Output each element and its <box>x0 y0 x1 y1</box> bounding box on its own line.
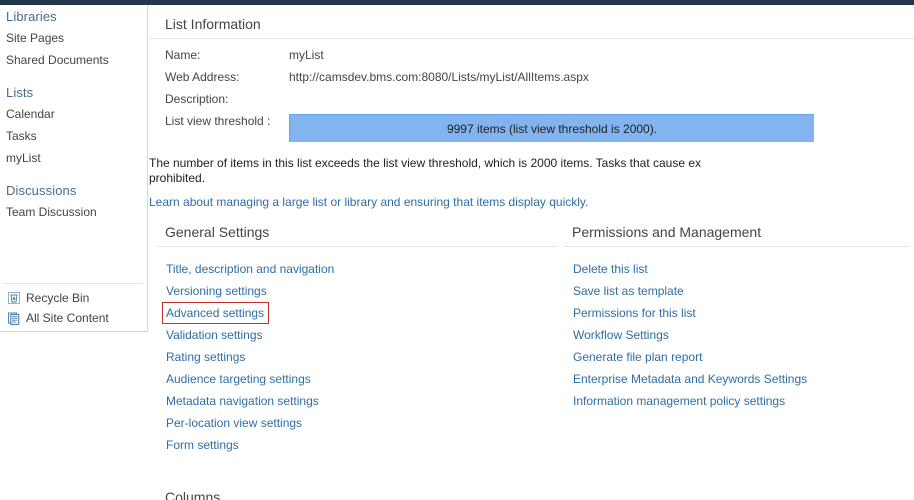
sidebar-item-recycle-bin-label: Recycle Bin <box>26 291 90 305</box>
threshold-description-line1: The number of items in this list exceeds… <box>149 156 702 170</box>
quick-launch-sidebar: Libraries Site Pages Shared Documents Li… <box>0 5 148 332</box>
sidebar-item-team-discussion[interactable]: Team Discussion <box>0 201 147 223</box>
link-versioning-settings[interactable]: Versioning settings <box>166 280 267 302</box>
link-validation-settings[interactable]: Validation settings <box>166 324 263 346</box>
link-form-settings[interactable]: Form settings <box>166 434 239 456</box>
threshold-description: The number of items in this list exceeds… <box>149 156 909 210</box>
link-information-management-policy-settings[interactable]: Information management policy settings <box>573 390 785 412</box>
quick-launch-group-discussions: Discussions Team Discussion <box>0 179 147 223</box>
list-information-heading: List Information <box>149 12 914 39</box>
all-site-content-icon <box>7 311 21 325</box>
link-rating-settings[interactable]: Rating settings <box>166 346 245 368</box>
info-value-list-view-threshold: 9997 items (list view threshold is 2000)… <box>289 114 814 149</box>
permissions-and-management-column: Permissions and Management Delete this l… <box>564 224 909 412</box>
link-permissions-for-this-list[interactable]: Permissions for this list <box>573 302 696 324</box>
info-row-web-address: Web Address: http://camsdev.bms.com:8080… <box>165 70 814 92</box>
threshold-description-line2: prohibited. <box>149 171 206 185</box>
info-label-list-view-threshold: List view threshold : <box>165 114 271 128</box>
link-delete-this-list[interactable]: Delete this list <box>573 258 648 280</box>
sidebar-item-site-pages[interactable]: Site Pages <box>0 27 147 49</box>
quick-launch-group-libraries: Libraries Site Pages Shared Documents <box>0 5 147 71</box>
main-content: List Information Name: myList Web Addres… <box>149 5 914 500</box>
info-row-threshold: List view threshold : 9997 items (list v… <box>165 114 814 149</box>
quick-launch-group-lists: Lists Calendar Tasks myList <box>0 81 147 169</box>
info-row-name: Name: myList <box>165 48 814 70</box>
sidebar-heading-discussions[interactable]: Discussions <box>0 179 147 201</box>
sidebar-item-mylist[interactable]: myList <box>0 147 147 169</box>
sidebar-item-tasks[interactable]: Tasks <box>0 125 147 147</box>
columns-section-heading: Columns <box>165 489 221 500</box>
list-information-table: Name: myList Web Address: http://camsdev… <box>165 48 814 149</box>
link-generate-file-plan-report[interactable]: Generate file plan report <box>573 346 702 368</box>
permissions-and-management-heading: Permissions and Management <box>564 224 909 247</box>
info-value-description <box>289 92 814 114</box>
sidebar-item-shared-documents[interactable]: Shared Documents <box>0 49 147 71</box>
link-audience-targeting-settings[interactable]: Audience targeting settings <box>166 368 311 390</box>
info-label-description: Description: <box>165 92 229 106</box>
info-value-name: myList <box>289 48 324 62</box>
link-advanced-settings[interactable]: Advanced settings <box>162 302 270 324</box>
info-value-web-address: http://camsdev.bms.com:8080/Lists/myList… <box>289 70 589 84</box>
sidebar-item-all-site-content-label: All Site Content <box>26 311 109 325</box>
link-title-description-and-navigation[interactable]: Title, description and navigation <box>166 258 334 280</box>
sidebar-bottom-links: Recycle Bin All Site Content <box>0 288 148 328</box>
link-workflow-settings[interactable]: Workflow Settings <box>573 324 669 346</box>
general-settings-heading: General Settings <box>157 224 557 247</box>
permissions-link-list: Delete this list Save list as template P… <box>564 247 909 412</box>
link-per-location-view-settings[interactable]: Per-location view settings <box>166 412 302 434</box>
threshold-banner: 9997 items (list view threshold is 2000)… <box>289 114 814 142</box>
sidebar-heading-lists[interactable]: Lists <box>0 81 147 103</box>
sidebar-heading-libraries[interactable]: Libraries <box>0 5 147 27</box>
general-settings-column: General Settings Title, description and … <box>157 224 557 456</box>
recycle-bin-icon <box>7 291 21 305</box>
threshold-learn-more-link[interactable]: Learn about managing a large list or lib… <box>149 195 909 210</box>
link-metadata-navigation-settings[interactable]: Metadata navigation settings <box>166 390 319 412</box>
general-settings-link-list: Title, description and navigation Versio… <box>157 247 557 456</box>
info-row-description: Description: <box>165 92 814 114</box>
info-label-name: Name: <box>165 48 201 62</box>
link-enterprise-metadata-and-keywords-settings[interactable]: Enterprise Metadata and Keywords Setting… <box>573 368 807 390</box>
sidebar-item-calendar[interactable]: Calendar <box>0 103 147 125</box>
sidebar-item-recycle-bin[interactable]: Recycle Bin <box>0 288 148 308</box>
sidebar-item-all-site-content[interactable]: All Site Content <box>0 308 148 328</box>
sidebar-divider <box>4 283 143 284</box>
link-save-list-as-template[interactable]: Save list as template <box>573 280 684 302</box>
info-label-web-address: Web Address: <box>165 70 240 84</box>
